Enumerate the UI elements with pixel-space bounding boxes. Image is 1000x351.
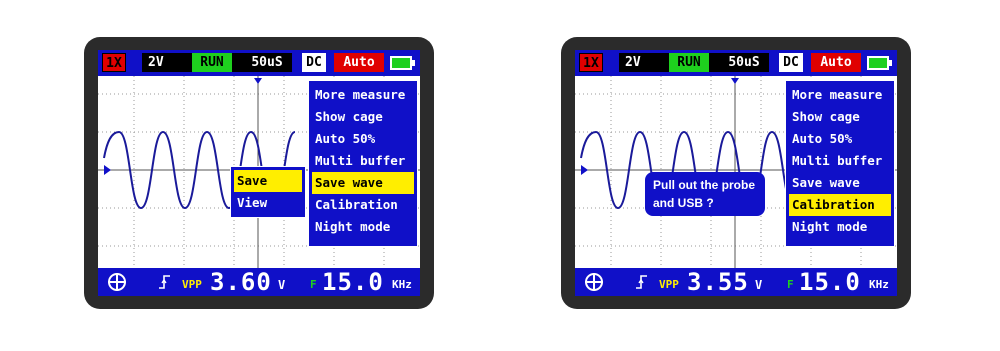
menu-item-show-cage[interactable]: Show cage bbox=[789, 106, 891, 128]
confirm-dialog[interactable]: Pull out the probe and USB ? bbox=[645, 172, 765, 216]
vpp-unit: V bbox=[755, 278, 763, 292]
menu-item-night-mode[interactable]: Night mode bbox=[312, 216, 414, 238]
channel-marker-icon bbox=[581, 165, 588, 175]
menu-item-night-mode[interactable]: Night mode bbox=[789, 216, 891, 238]
dialog-message-line-1: Pull out the probe bbox=[653, 178, 755, 192]
trigger-mode-button[interactable]: Auto bbox=[811, 53, 861, 72]
crosshair-icon[interactable] bbox=[106, 271, 128, 293]
frequency-unit: KHz bbox=[869, 278, 889, 291]
menu-item-save-wave[interactable]: Save wave bbox=[789, 172, 891, 194]
frequency-value: 15.0 bbox=[799, 268, 861, 296]
crosshair-icon[interactable] bbox=[583, 271, 605, 293]
frequency-label: F bbox=[310, 278, 317, 291]
battery-tip bbox=[889, 60, 892, 66]
time-per-div[interactable]: 50uS bbox=[719, 53, 769, 72]
menu-item-multi-buffer[interactable]: Multi buffer bbox=[789, 150, 891, 172]
run-state-badge[interactable]: RUN bbox=[669, 53, 709, 72]
channel-marker-icon bbox=[104, 165, 111, 175]
trigger-marker-icon bbox=[254, 78, 262, 84]
oscilloscope-device-1: 1X 2V RUN 50uS DC Auto More measure Show… bbox=[84, 37, 434, 309]
vpp-unit: V bbox=[278, 278, 286, 292]
menu-item-calibration[interactable]: Calibration bbox=[789, 194, 891, 216]
battery-icon bbox=[867, 56, 889, 70]
vpp-value: 3.55 bbox=[687, 268, 749, 296]
oscilloscope-device-2: 1X 2V RUN 50uS DC Auto Pull out the prob… bbox=[561, 37, 911, 309]
probe-attenuation[interactable]: 1X bbox=[579, 53, 603, 72]
scope-screen: 1X 2V RUN 50uS DC Auto bbox=[98, 50, 420, 296]
measurement-bar: VPP 3.60 V F 15.0 KHz bbox=[98, 268, 420, 296]
coupling-mode[interactable]: DC bbox=[779, 53, 803, 72]
status-bar: 1X 2V RUN 50uS DC Auto bbox=[98, 50, 420, 76]
frequency-unit: KHz bbox=[392, 278, 412, 291]
menu-item-calibration[interactable]: Calibration bbox=[312, 194, 414, 216]
submenu-item-save[interactable]: Save bbox=[234, 170, 302, 192]
vpp-value: 3.60 bbox=[210, 268, 272, 296]
dialog-message-line-2: and USB ? bbox=[653, 196, 714, 210]
frequency-value: 15.0 bbox=[322, 268, 384, 296]
vpp-label: VPP bbox=[182, 278, 202, 291]
probe-attenuation[interactable]: 1X bbox=[102, 53, 126, 72]
main-menu: More measure Show cage Auto 50% Multi bu… bbox=[785, 80, 895, 247]
save-submenu: Save View bbox=[230, 166, 306, 218]
status-bar: 1X 2V RUN 50uS DC Auto bbox=[575, 50, 897, 76]
menu-item-auto-50[interactable]: Auto 50% bbox=[789, 128, 891, 150]
trigger-edge-icon bbox=[159, 275, 170, 289]
time-per-div[interactable]: 50uS bbox=[242, 53, 292, 72]
main-menu: More measure Show cage Auto 50% Multi bu… bbox=[308, 80, 418, 247]
run-state-badge[interactable]: RUN bbox=[192, 53, 232, 72]
menu-item-save-wave[interactable]: Save wave bbox=[312, 172, 414, 194]
menu-item-more-measure[interactable]: More measure bbox=[789, 84, 891, 106]
scope-screen: 1X 2V RUN 50uS DC Auto bbox=[575, 50, 897, 296]
battery-tip bbox=[412, 60, 415, 66]
trigger-edge-icon bbox=[636, 275, 647, 289]
trigger-marker-icon bbox=[731, 78, 739, 84]
coupling-mode[interactable]: DC bbox=[302, 53, 326, 72]
frequency-label: F bbox=[787, 278, 794, 291]
vpp-label: VPP bbox=[659, 278, 679, 291]
measurement-bar: VPP 3.55 V F 15.0 KHz bbox=[575, 268, 897, 296]
menu-item-show-cage[interactable]: Show cage bbox=[312, 106, 414, 128]
menu-item-multi-buffer[interactable]: Multi buffer bbox=[312, 150, 414, 172]
menu-item-auto-50[interactable]: Auto 50% bbox=[312, 128, 414, 150]
trigger-mode-button[interactable]: Auto bbox=[334, 53, 384, 72]
submenu-item-view[interactable]: View bbox=[234, 192, 302, 214]
menu-item-more-measure[interactable]: More measure bbox=[312, 84, 414, 106]
battery-icon bbox=[390, 56, 412, 70]
